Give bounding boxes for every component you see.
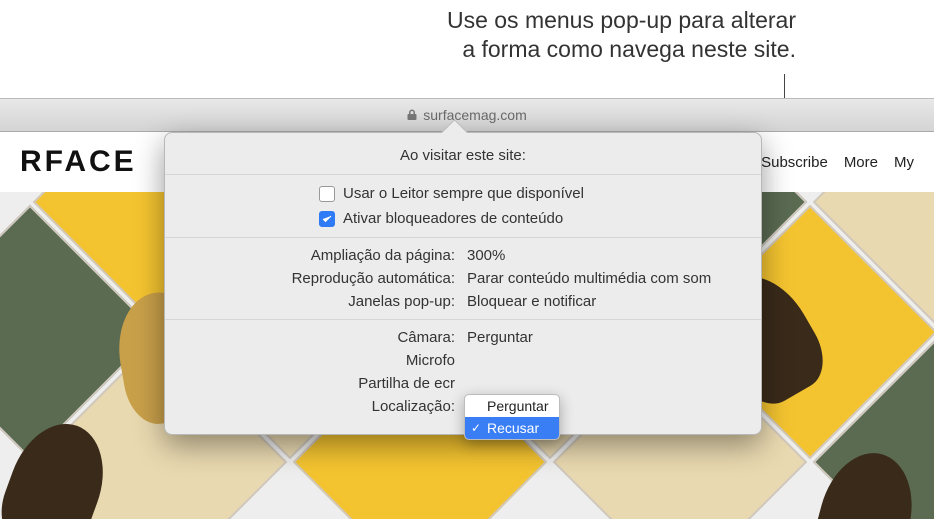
popups-label: Janelas pop-up:: [183, 293, 467, 310]
autoplay-value[interactable]: Parar conteúdo multimédia com som: [467, 270, 711, 287]
section-checkboxes: Usar o Leitor sempre que disponível Ativ…: [165, 174, 761, 237]
site-settings-popover: Ao visitar este site: Usar o Leitor semp…: [164, 132, 762, 435]
instruction-line-2: a forma como navega neste site.: [447, 35, 796, 64]
url-text: surfacemag.com: [423, 107, 526, 123]
dropdown-option-deny[interactable]: ✓ Recusar: [465, 417, 559, 439]
location-label: Localização:: [183, 398, 467, 415]
row-autoplay: Reprodução automática: Parar conteúdo mu…: [183, 267, 743, 290]
instruction-callout: Use os menus pop-up para alterar a forma…: [447, 6, 796, 64]
page-content: RFACE Subscribe More My Ao visitar este …: [0, 132, 934, 519]
microphone-label: Microfo: [183, 352, 467, 369]
nav-subscribe[interactable]: Subscribe: [761, 154, 828, 171]
lock-icon: [407, 109, 417, 121]
option-deny-label: Recusar: [487, 420, 539, 436]
check-icon: ✓: [471, 421, 481, 435]
row-camera: Câmara: Perguntar: [183, 326, 743, 349]
nav-more[interactable]: More: [844, 154, 878, 171]
row-screen-share: Partilha de ecr: [183, 372, 743, 395]
row-location: Localização: Perguntar: [183, 395, 743, 418]
popover-title: Ao visitar este site:: [165, 133, 761, 174]
reader-checkbox[interactable]: [319, 186, 335, 202]
browser-toolbar: surfacemag.com: [0, 98, 934, 132]
camera-value[interactable]: Perguntar: [467, 329, 533, 346]
section-page-settings: Ampliação da página: 300% Reprodução aut…: [165, 237, 761, 319]
site-logo: RFACE: [20, 145, 137, 179]
zoom-label: Ampliação da página:: [183, 247, 467, 264]
blockers-checkbox-row[interactable]: Ativar bloqueadores de conteúdo: [183, 206, 743, 231]
camera-label: Câmara:: [183, 329, 467, 346]
popups-value[interactable]: Bloquear e notificar: [467, 293, 596, 310]
option-ask-label: Perguntar: [487, 398, 548, 414]
zoom-value[interactable]: 300%: [467, 247, 505, 264]
autoplay-label: Reprodução automática:: [183, 270, 467, 287]
row-zoom: Ampliação da página: 300%: [183, 244, 743, 267]
permission-dropdown[interactable]: Perguntar ✓ Recusar: [464, 394, 560, 440]
row-popups: Janelas pop-up: Bloquear e notificar: [183, 290, 743, 313]
reader-checkbox-label: Usar o Leitor sempre que disponível: [343, 185, 584, 202]
section-permissions: Câmara: Perguntar Microfo Partilha de ec…: [165, 319, 761, 424]
blockers-checkbox-label: Ativar bloqueadores de conteúdo: [343, 210, 563, 227]
nav-my[interactable]: My: [894, 154, 914, 171]
reader-checkbox-row[interactable]: Usar o Leitor sempre que disponível: [183, 181, 743, 206]
row-microphone: Microfo: [183, 349, 743, 372]
screen-share-label: Partilha de ecr: [183, 375, 467, 392]
instruction-line-1: Use os menus pop-up para alterar: [447, 6, 796, 35]
header-nav: Subscribe More My: [761, 154, 914, 171]
address-bar[interactable]: surfacemag.com: [407, 107, 526, 123]
blockers-checkbox[interactable]: [319, 211, 335, 227]
dropdown-option-ask[interactable]: Perguntar: [465, 395, 559, 417]
